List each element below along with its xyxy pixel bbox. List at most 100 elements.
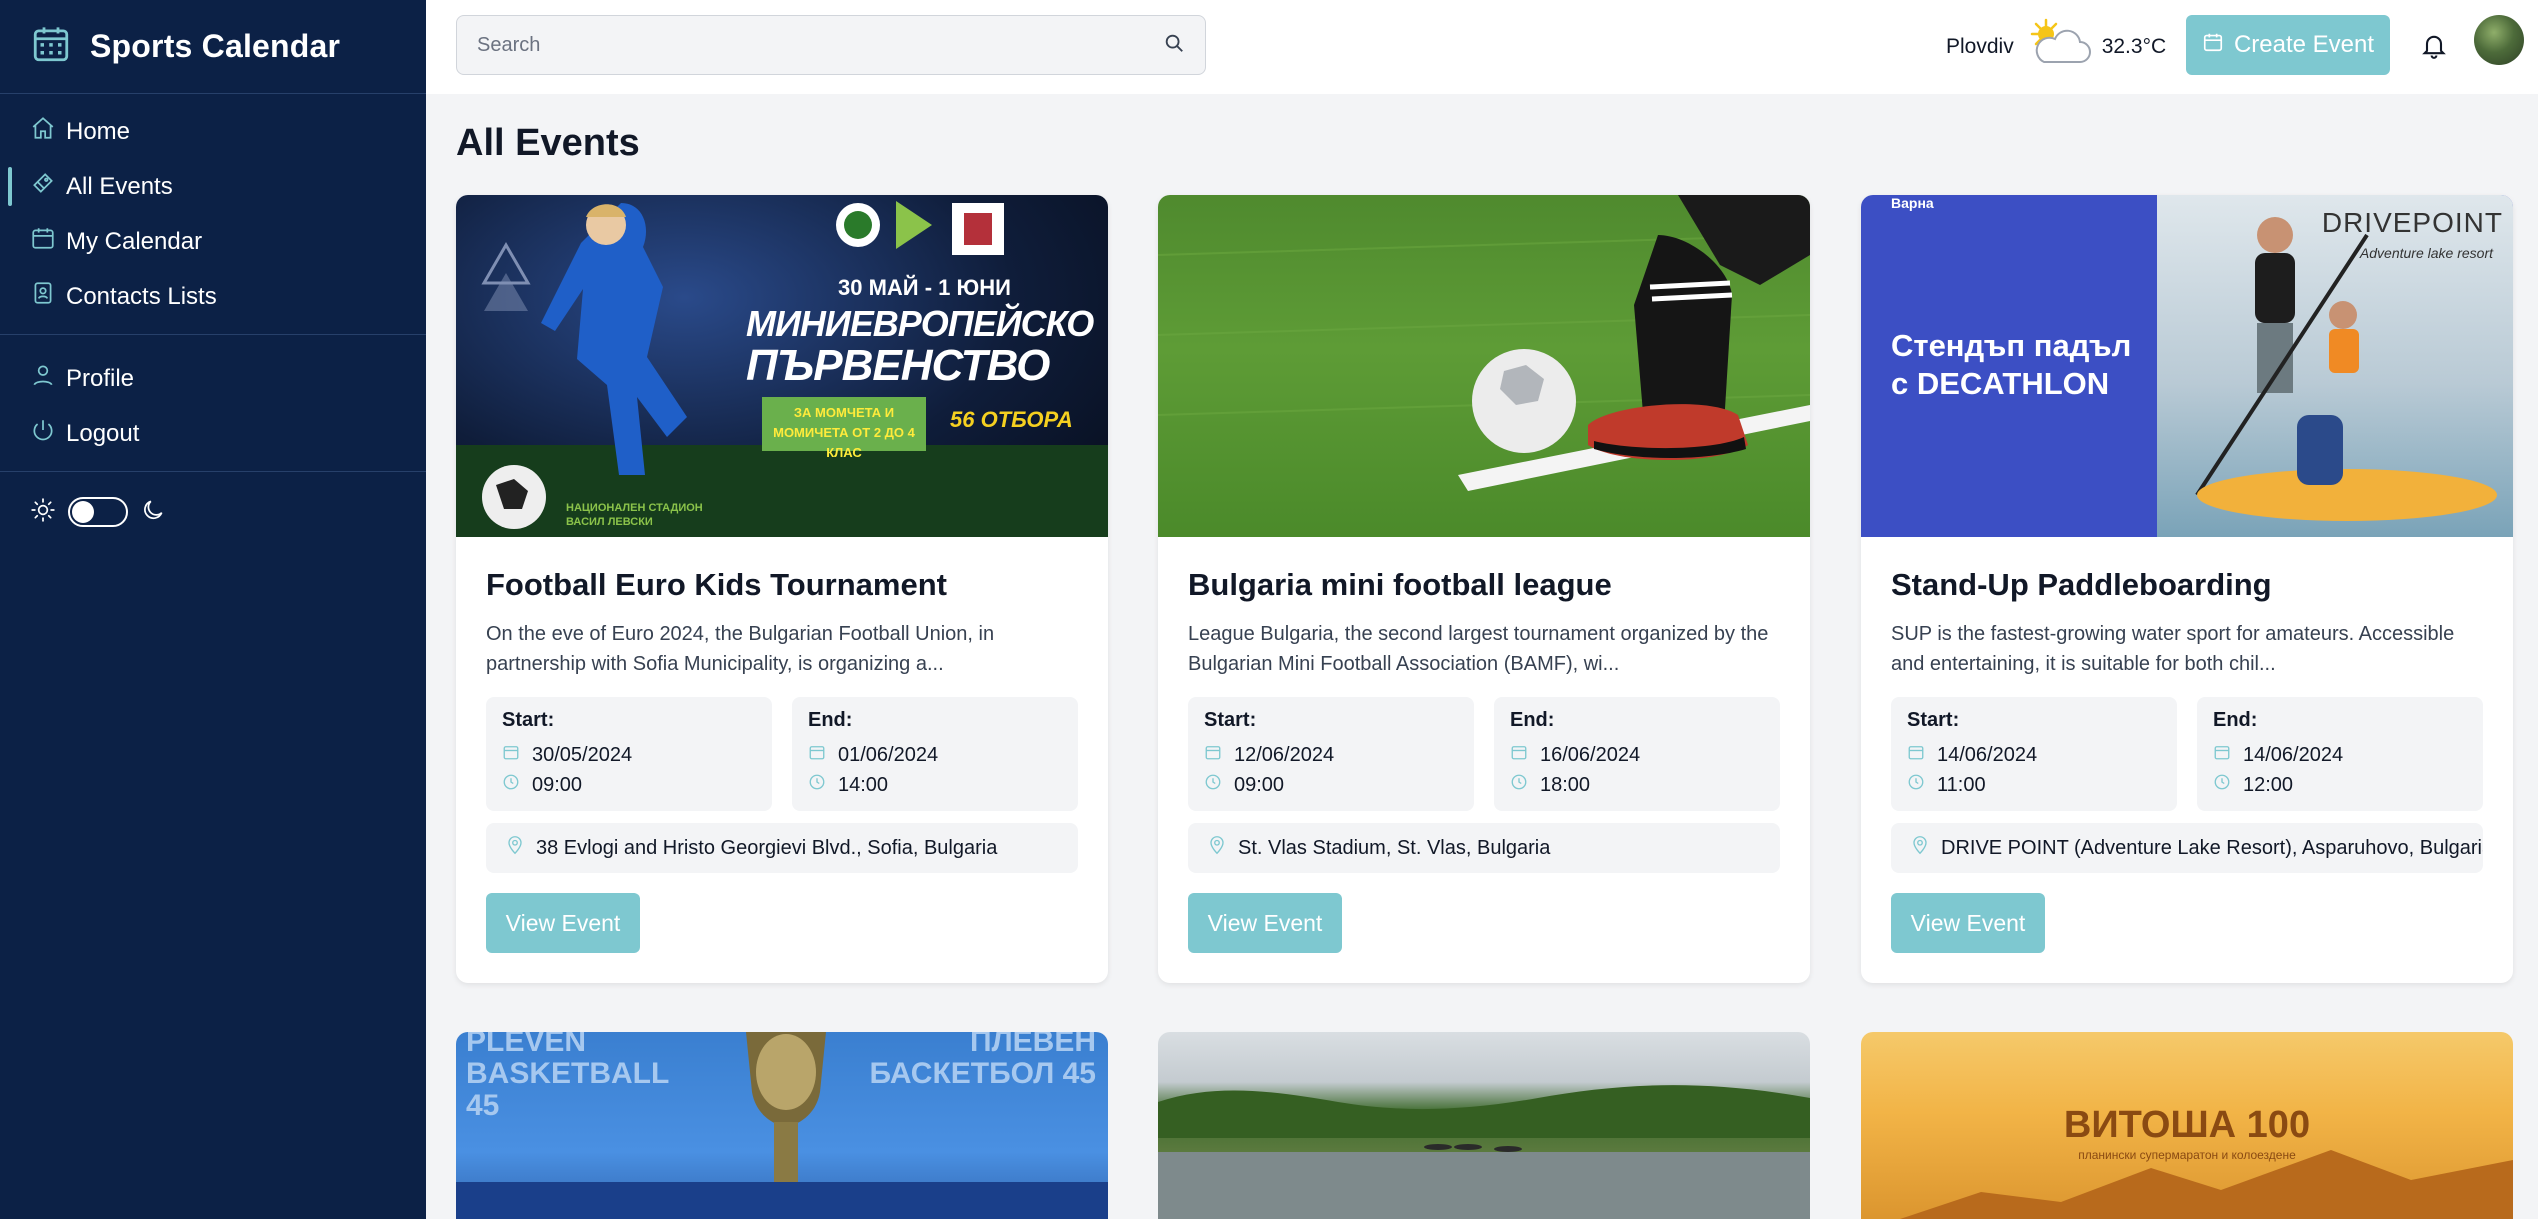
end-time-row: 14:00 [808, 770, 1062, 800]
event-location: 38 Evlogi and Hristo Georgievi Blvd., So… [486, 823, 1078, 873]
end-date-row: 16/06/2024 [1510, 740, 1764, 770]
end-time: 18:00 [1540, 773, 1591, 796]
calendar-icon [30, 225, 66, 258]
clock-icon [1907, 773, 1937, 797]
event-image[interactable]: PLEVEN BASKETBALL 45 ПЛЕВЕН БАСКЕТБОЛ 45 [456, 1032, 1108, 1219]
brand[interactable]: Sports Calendar [0, 0, 426, 94]
event-card: DRIVEPOINT Adventure lake resort Варна С… [1861, 195, 2513, 983]
map-pin-icon [506, 835, 536, 861]
create-event-button[interactable]: Create Event [2186, 15, 2390, 75]
sidebar-item-all-events[interactable]: All Events [0, 159, 426, 214]
topbar: Plovdiv 32.3°C Create Event [426, 0, 2538, 94]
sidebar-item-contacts-lists[interactable]: Contacts Lists [0, 269, 426, 324]
sidebar-item-label: All Events [66, 172, 173, 200]
start-box: Start: 14/06/2024 11:00 [1891, 697, 2177, 811]
search-bar [456, 15, 1206, 75]
end-box: End: 14/06/2024 12:00 [2197, 697, 2483, 811]
end-label: End: [2213, 709, 2258, 731]
sidebar: Sports Calendar Home All Events My Calen… [0, 0, 426, 1219]
event-image[interactable] [1158, 195, 1810, 537]
start-label: Start: [502, 709, 555, 731]
home-icon [30, 115, 66, 148]
end-label: End: [1510, 709, 1555, 731]
calendar-plus-icon [2202, 31, 2234, 60]
partly-cloudy-icon [2014, 16, 2102, 78]
clock-icon [808, 773, 838, 797]
contacts-book-icon [30, 280, 66, 313]
event-description: SUP is the fastest-growing water sport f… [1891, 623, 2455, 675]
end-date-row: 01/06/2024 [808, 740, 1062, 770]
search-icon[interactable] [1163, 32, 1185, 59]
toggle-knob [72, 501, 94, 523]
event-image[interactable] [1158, 1032, 1810, 1219]
end-time-row: 18:00 [1510, 770, 1764, 800]
event-image[interactable]: DRIVEPOINT Adventure lake resort Варна С… [1861, 195, 2513, 537]
start-time-row: 09:00 [502, 770, 756, 800]
event-card: Bulgaria mini football league League Bul… [1158, 195, 1810, 983]
sidebar-nav: Home All Events My Calendar Contacts Lis… [0, 94, 426, 324]
map-pin-icon [1208, 835, 1238, 861]
clock-icon [1204, 773, 1234, 797]
weather-widget: Plovdiv 32.3°C [1946, 0, 2166, 94]
poster-teams: 56 ОТБОРА [950, 407, 1073, 432]
end-box: End: 01/06/2024 14:00 [792, 697, 1078, 811]
sidebar-item-label: Contacts Lists [66, 282, 217, 310]
notifications-button[interactable] [2414, 27, 2454, 67]
calendar-icon [808, 743, 838, 767]
event-image[interactable]: ВИТОША 100 планински супермаратон и коло… [1861, 1032, 2513, 1219]
end-date-row: 14/06/2024 [2213, 740, 2467, 770]
poster-brand: DRIVEPOINT [2321, 207, 2503, 238]
avatar[interactable] [2474, 15, 2524, 65]
event-image[interactable]: 30 МАЙ - 1 ЮНИ МИНИЕВРОПЕЙСКО ПЪРВЕНСТВО… [456, 195, 1108, 537]
view-event-button[interactable]: View Event [486, 893, 640, 953]
clock-icon [2213, 773, 2243, 797]
end-date: 01/06/2024 [838, 743, 939, 766]
search-input[interactable] [477, 33, 1163, 57]
event-dates: Start: 12/06/2024 09:00 End: 16/06/2024 [1188, 697, 1780, 811]
poster-city: Варна [1891, 195, 1934, 211]
poster-line2: ПЪРВЕНСТВО [746, 341, 1050, 390]
event-card-body: Bulgaria mini football league League Bul… [1158, 567, 1810, 953]
event-description: On the eve of Euro 2024, the Bulgarian F… [486, 623, 995, 675]
end-date: 16/06/2024 [1540, 743, 1641, 766]
view-event-button[interactable]: View Event [1188, 893, 1342, 953]
start-time: 09:00 [532, 773, 583, 796]
user-icon [30, 362, 66, 395]
bell-icon [2420, 31, 2448, 64]
start-box: Start: 30/05/2024 09:00 [486, 697, 772, 811]
sidebar-divider [0, 471, 426, 472]
ticket-icon [30, 170, 66, 203]
start-date-row: 30/05/2024 [502, 740, 756, 770]
clock-icon [1510, 773, 1540, 797]
end-time: 12:00 [2243, 773, 2294, 796]
calendar-icon [1907, 743, 1937, 767]
event-title: Stand-Up Paddleboarding [1891, 567, 2272, 602]
poster-line1: МИНИЕВРОПЕЙСКО [746, 303, 1094, 344]
event-card-body: Football Euro Kids Tournament On the eve… [456, 567, 1108, 953]
calendar-icon [1204, 743, 1234, 767]
sidebar-item-my-calendar[interactable]: My Calendar [0, 214, 426, 269]
end-box: End: 16/06/2024 18:00 [1494, 697, 1780, 811]
sidebar-item-profile[interactable]: Profile [0, 351, 426, 406]
view-event-button[interactable]: View Event [1891, 893, 2045, 953]
map-pin-icon [1911, 835, 1941, 861]
start-box: Start: 12/06/2024 09:00 [1188, 697, 1474, 811]
sidebar-item-home[interactable]: Home [0, 104, 426, 159]
end-time: 14:00 [838, 773, 889, 796]
calendar-logo-icon [30, 23, 72, 70]
create-event-label: Create Event [2233, 31, 2375, 58]
sun-icon [30, 497, 56, 528]
sidebar-item-logout[interactable]: Logout [0, 406, 426, 461]
power-icon [30, 417, 66, 450]
moon-icon [140, 497, 166, 528]
sidebar-item-label: Logout [66, 419, 140, 447]
page-title: All Events [456, 122, 640, 164]
poster-tagline: Adventure lake resort [2359, 245, 2493, 261]
poster-dates: 30 МАЙ - 1 ЮНИ [838, 275, 1011, 300]
theme-toggle[interactable] [68, 497, 128, 527]
weather-city: Plovdiv [1946, 35, 2014, 58]
location-text: DRIVE POINT (Adventure Lake Resort), Asp… [1941, 836, 2483, 859]
app-title: Sports Calendar [90, 28, 341, 64]
start-time: 09:00 [1234, 773, 1285, 796]
start-date: 30/05/2024 [532, 743, 633, 766]
